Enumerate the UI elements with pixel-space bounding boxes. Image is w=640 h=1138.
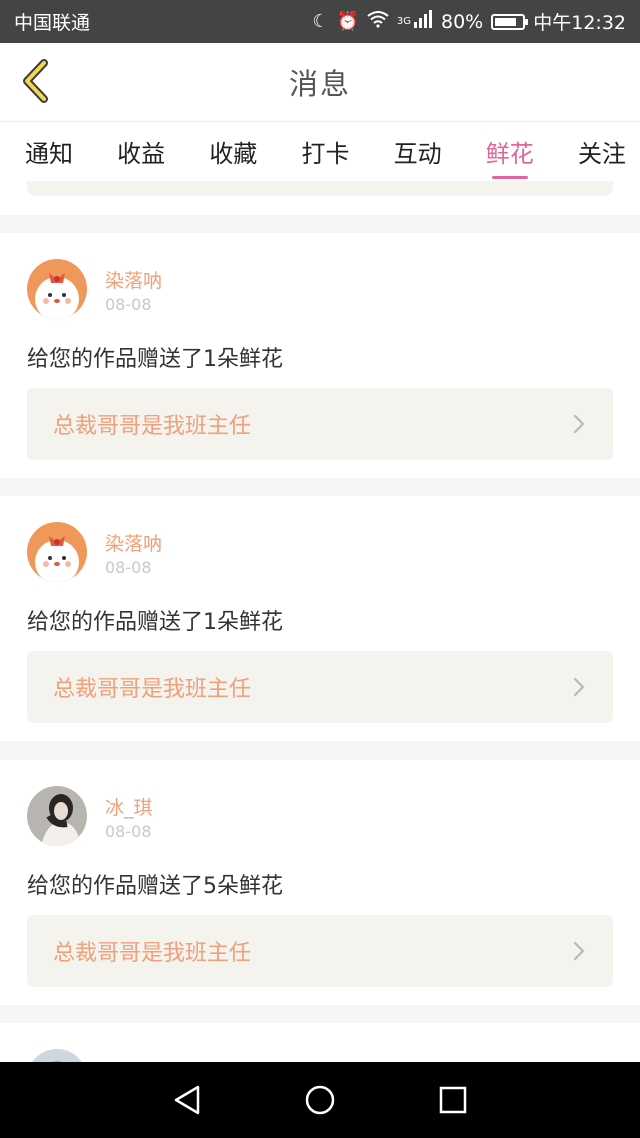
battery-level-fill [495,17,517,26]
tab-0[interactable]: 通知 [25,124,73,179]
back-triangle-icon [174,1085,199,1115]
tab-2[interactable]: 收藏 [209,124,257,179]
battery-icon [491,13,529,30]
tab-5[interactable]: 鲜花 [486,124,534,179]
moon-icon: ☾ [312,10,329,32]
back-button[interactable] [16,59,56,103]
tab-label: 打卡 [301,140,350,168]
work-title: 总裁哥哥是我班主任 [53,677,252,702]
active-tab-indicator [491,176,528,179]
message-text: 给您的作品赠送了5朵鲜花 [27,874,283,899]
header: 消息 [0,43,640,121]
wifi-icon [367,10,389,33]
work-title: 总裁哥哥是我班主任 [53,414,252,439]
message-date: 08-08 [105,558,152,577]
message-feed[interactable]: 染落呐 08-08 给您的作品赠送了1朵鲜花 总裁哥哥是我班主任 染落呐 08-08 给您的… [0,181,640,1062]
avatar[interactable] [27,259,87,319]
tab-label: 关注 [577,140,626,168]
tab-label: 通知 [25,140,73,168]
message-date: 08-08 [105,822,152,841]
status-bar: 中国联通 ☾ ⏰ 3G 80% 中午12:32 [0,0,640,43]
nav-home-button[interactable] [298,1078,342,1122]
tab-3[interactable]: 打卡 [301,124,349,179]
network-type: 3G [396,16,411,27]
carrier-label: 中国联通 [14,12,91,34]
sender-name[interactable]: 染落呐 [105,529,162,556]
message-card-partial [0,1023,640,1062]
message-text: 给您的作品赠送了1朵鲜花 [27,610,283,635]
recents-square-icon [440,1086,467,1114]
tab-1[interactable]: 收益 [117,124,165,179]
work-link[interactable]: 总裁哥哥是我班主任 [27,651,613,723]
tab-bar: 通知 收益 收藏 打卡 互动 鲜花 关注 [0,121,640,181]
sender-name[interactable]: 染落呐 [105,266,162,293]
nav-recents-button[interactable] [431,1078,475,1122]
message-card: 冰_琪 08-08 给您的作品赠送了5朵鲜花 总裁哥哥是我班主任 [0,760,640,1005]
clock: 中午12:32 [533,12,626,34]
avatar[interactable] [27,522,87,582]
sender-name[interactable]: 冰_琪 [105,793,153,820]
system-nav-bar [0,1062,640,1138]
app-screen: 中国联通 ☾ ⏰ 3G 80% 中午12:32 消息 通知 收益 收藏 打卡 互动 鲜花 关… [0,0,640,1138]
tab-label: 互动 [393,140,442,168]
page-title: 消息 [288,67,351,101]
previous-work-box[interactable] [27,181,613,196]
back-chevron-icon [23,59,48,103]
home-circle-icon [305,1085,335,1115]
tab-label: 鲜花 [485,140,534,168]
work-link[interactable]: 总裁哥哥是我班主任 [27,388,613,460]
tab-4[interactable]: 互动 [394,124,442,179]
tab-6[interactable]: 关注 [578,124,626,179]
chevron-right-icon [573,941,585,961]
work-title: 总裁哥哥是我班主任 [53,941,252,966]
battery-percent: 80% [441,10,484,33]
avatar[interactable] [27,786,87,846]
signal-icon [413,10,433,33]
message-date: 08-08 [105,295,152,314]
message-text: 给您的作品赠送了1朵鲜花 [27,347,283,372]
message-card: 染落呐 08-08 给您的作品赠送了1朵鲜花 总裁哥哥是我班主任 [0,233,640,478]
previous-card-tail [0,181,640,215]
tab-label: 收藏 [209,140,258,168]
tab-label: 收益 [117,140,166,168]
message-card: 染落呐 08-08 给您的作品赠送了1朵鲜花 总裁哥哥是我班主任 [0,496,640,741]
alarm-icon: ⏰ [336,10,359,32]
nav-back-button[interactable] [165,1078,209,1122]
chevron-right-icon [573,414,585,434]
chevron-right-icon [573,677,585,697]
work-link[interactable]: 总裁哥哥是我班主任 [27,915,613,987]
status-icons: ☾ ⏰ 3G 80% 中午12:32 [312,8,626,35]
avatar[interactable] [27,1049,87,1062]
